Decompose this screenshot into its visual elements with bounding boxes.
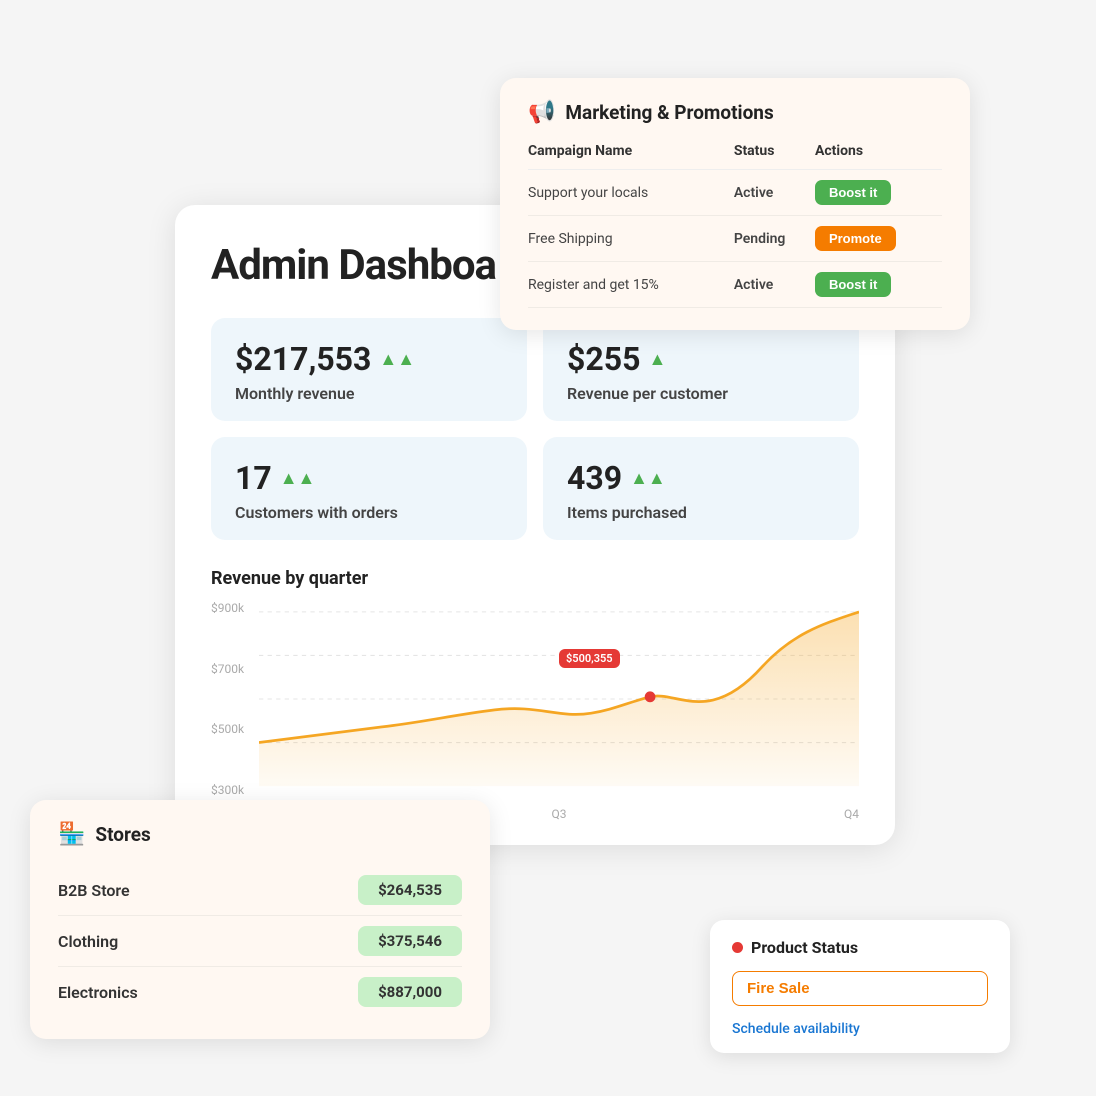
col-status: Status bbox=[734, 143, 815, 170]
metric-value-customers: 17 ▲▲ bbox=[235, 459, 503, 497]
metrics-grid: $217,553 ▲▲ Monthly revenue $255 ▲ Reven… bbox=[211, 318, 859, 540]
chart-y-labels: $900k $700k $500k $300k bbox=[211, 601, 244, 821]
marketing-icon: 📢 bbox=[528, 100, 555, 125]
metric-label-monthly-revenue: Monthly revenue bbox=[235, 384, 503, 403]
store-row-clothing: Clothing $375,546 bbox=[58, 916, 462, 967]
campaign-name-2: Free Shipping bbox=[528, 216, 734, 262]
metric-card-items: 439 ▲▲ Items purchased bbox=[543, 437, 859, 540]
store-value-b2b: $264,535 bbox=[358, 875, 462, 905]
store-row-electronics: Electronics $887,000 bbox=[58, 967, 462, 1017]
metric-value-monthly-revenue: $217,553 ▲▲ bbox=[235, 340, 503, 378]
metric-arrow-2: ▲ bbox=[648, 349, 666, 370]
stores-title: Stores bbox=[95, 823, 150, 846]
col-actions: Actions bbox=[815, 143, 942, 170]
campaign-status-2: Pending bbox=[734, 216, 815, 262]
chart-title: Revenue by quarter bbox=[211, 568, 859, 589]
store-name-clothing: Clothing bbox=[58, 932, 118, 951]
schedule-availability-link[interactable]: Schedule availability bbox=[732, 1021, 860, 1037]
boost-button-2[interactable]: Boost it bbox=[815, 272, 891, 297]
metric-label-items: Items purchased bbox=[567, 503, 835, 522]
metric-card-revenue-per-customer: $255 ▲ Revenue per customer bbox=[543, 318, 859, 421]
marketing-title: Marketing & Promotions bbox=[565, 101, 773, 124]
table-row: Register and get 15% Active Boost it bbox=[528, 262, 942, 308]
store-name-electronics: Electronics bbox=[58, 983, 138, 1002]
product-status-title: Product Status bbox=[751, 938, 858, 957]
metric-value-items: 439 ▲▲ bbox=[567, 459, 835, 497]
metric-card-customers: 17 ▲▲ Customers with orders bbox=[211, 437, 527, 540]
chart-tooltip: $500,355 bbox=[559, 649, 620, 668]
store-row-b2b: B2B Store $264,535 bbox=[58, 865, 462, 916]
marketing-promotions-card: 📢 Marketing & Promotions Campaign Name S… bbox=[500, 78, 970, 330]
metric-label-revenue-per-customer: Revenue per customer bbox=[567, 384, 835, 403]
chart-section: Revenue by quarter $900k $700k $500k $30… bbox=[211, 568, 859, 821]
status-dot-red bbox=[732, 942, 743, 953]
boost-button-1[interactable]: Boost it bbox=[815, 180, 891, 205]
metric-arrow-3: ▲▲ bbox=[280, 468, 316, 489]
col-campaign-name: Campaign Name bbox=[528, 143, 734, 170]
campaign-name-3: Register and get 15% bbox=[528, 262, 734, 308]
chart-svg: $500,355 bbox=[259, 601, 859, 797]
metric-card-monthly-revenue: $217,553 ▲▲ Monthly revenue bbox=[211, 318, 527, 421]
promote-button-1[interactable]: Promote bbox=[815, 226, 896, 251]
campaign-status-3: Active bbox=[734, 262, 815, 308]
table-row: Support your locals Active Boost it bbox=[528, 170, 942, 216]
stores-header: 🏪 Stores bbox=[58, 822, 462, 847]
stores-card: 🏪 Stores B2B Store $264,535 Clothing $37… bbox=[30, 800, 490, 1039]
table-row: Free Shipping Pending Promote bbox=[528, 216, 942, 262]
metric-value-revenue-per-customer: $255 ▲ bbox=[567, 340, 835, 378]
metric-arrow-1: ▲▲ bbox=[379, 349, 415, 370]
chart-area: $900k $700k $500k $300k bbox=[211, 601, 859, 821]
product-status-header: Product Status bbox=[732, 938, 988, 957]
campaign-status-1: Active bbox=[734, 170, 815, 216]
metric-label-customers: Customers with orders bbox=[235, 503, 503, 522]
metric-arrow-4: ▲▲ bbox=[630, 468, 666, 489]
marketing-table: Campaign Name Status Actions Support you… bbox=[528, 143, 942, 308]
product-status-select[interactable]: Fire Sale Active Inactive bbox=[732, 971, 988, 1006]
store-value-electronics: $887,000 bbox=[358, 977, 462, 1007]
marketing-header: 📢 Marketing & Promotions bbox=[528, 100, 942, 125]
product-status-card: Product Status Fire Sale Active Inactive… bbox=[710, 920, 1010, 1053]
campaign-name-1: Support your locals bbox=[528, 170, 734, 216]
store-value-clothing: $375,546 bbox=[358, 926, 462, 956]
store-name-b2b: B2B Store bbox=[58, 881, 130, 900]
stores-icon: 🏪 bbox=[58, 822, 85, 847]
